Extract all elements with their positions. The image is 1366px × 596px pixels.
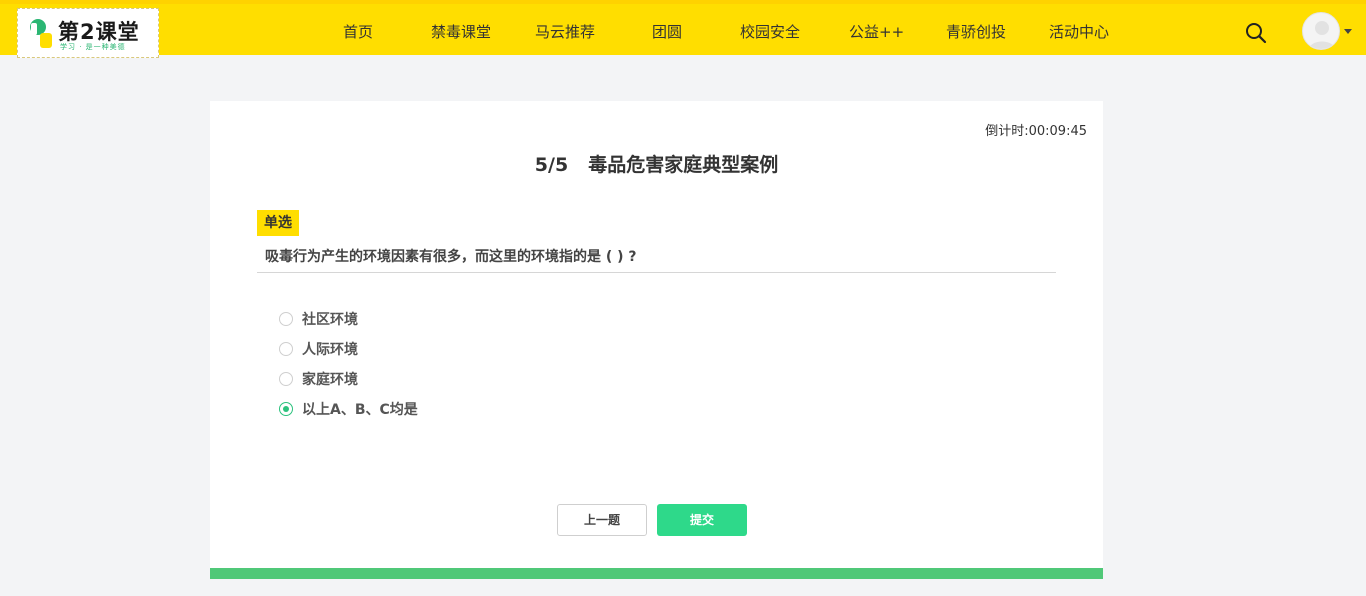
nav-item-drug-prevention-class[interactable]: 禁毒课堂 xyxy=(431,21,491,42)
question-progress: 5/5 xyxy=(534,154,569,176)
answer-options: 社区环境 人际环境 家庭环境 以上A、B、C均是 xyxy=(279,304,418,424)
question-text: 吸毒行为产生的环境因素有很多，而这里的环境指的是 ( ) ? xyxy=(265,249,637,265)
previous-question-button[interactable]: 上一题 xyxy=(557,504,647,536)
quiz-title: 毒品危害家庭典型案例 xyxy=(588,154,779,176)
option-label: 人际环境 xyxy=(302,342,358,358)
nav-item-activity-center[interactable]: 活动中心 xyxy=(1049,21,1109,42)
question-type-badge: 单选 xyxy=(257,210,299,236)
top-navigation-bar: 第2课堂 学习 · 是一种美德 首页 禁毒课堂 马云推荐 团圆 校园安全 公益+… xyxy=(0,0,1366,58)
radio-option-c[interactable] xyxy=(279,372,293,386)
nav-item-recommend[interactable]: 马云推荐 xyxy=(535,21,595,42)
option-label: 以上A、B、C均是 xyxy=(302,402,418,418)
option-a[interactable]: 社区环境 xyxy=(279,304,418,334)
progress-bar xyxy=(210,568,1103,579)
page-title: 5/5 毒品危害家庭典型案例 xyxy=(210,150,1103,177)
countdown-timer: 倒计时:00:09:45 xyxy=(985,120,1087,139)
search-icon[interactable] xyxy=(1245,22,1267,44)
submit-button[interactable]: 提交 xyxy=(657,504,747,536)
radio-option-a[interactable] xyxy=(279,312,293,326)
nav-item-home[interactable]: 首页 xyxy=(343,21,373,42)
nav-item-public-welfare[interactable]: 公益++ xyxy=(849,21,904,42)
option-label: 社区环境 xyxy=(302,312,358,328)
option-c[interactable]: 家庭环境 xyxy=(279,364,418,394)
divider xyxy=(257,272,1056,273)
option-label: 家庭环境 xyxy=(302,372,358,388)
countdown-label: 倒计时: xyxy=(985,124,1029,139)
option-b[interactable]: 人际环境 xyxy=(279,334,418,364)
chevron-down-icon[interactable] xyxy=(1344,29,1352,34)
option-d[interactable]: 以上A、B、C均是 xyxy=(279,394,418,424)
nav-item-venture[interactable]: 青骄创投 xyxy=(946,21,1006,42)
main-nav: 首页 禁毒课堂 马云推荐 团圆 校园安全 公益++ 青骄创投 活动中心 xyxy=(0,4,1366,55)
radio-option-d[interactable] xyxy=(279,402,293,416)
radio-option-b[interactable] xyxy=(279,342,293,356)
countdown-value: 00:09:45 xyxy=(1028,124,1087,139)
nav-item-reunion[interactable]: 团圆 xyxy=(652,21,682,42)
nav-item-campus-safety[interactable]: 校园安全 xyxy=(740,21,800,42)
quiz-card: 倒计时:00:09:45 5/5 毒品危害家庭典型案例 单选 吸毒行为产生的环境因… xyxy=(210,101,1103,579)
user-avatar[interactable] xyxy=(1302,12,1340,50)
